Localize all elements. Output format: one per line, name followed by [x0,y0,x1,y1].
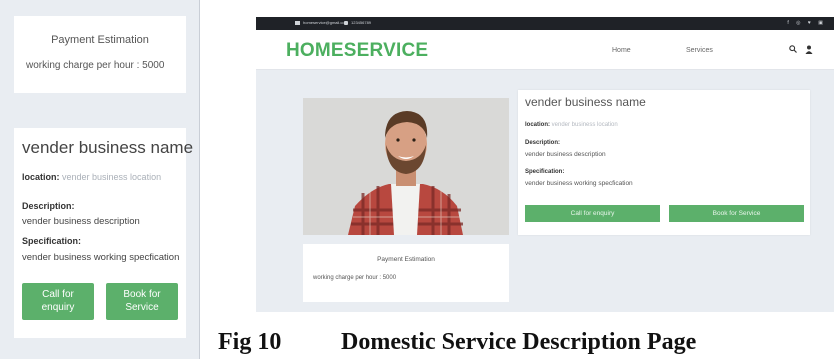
payment-rate: working charge per hour : 5000 [313,275,397,281]
call-for-enquiry-button[interactable]: Call for enquiry [22,283,94,320]
mobile-view: Payment Estimation working charge per ho… [0,0,200,359]
vendor-photo [303,98,509,235]
location-value: vender business location [551,122,618,128]
vendor-name: vender business name [22,138,194,157]
mail-icon [295,21,300,25]
top-contact-bar: homeservice@gmail.com 123456789 f ◎ ♥ ▣ [256,17,834,30]
figure-title: Domestic Service Description Page [341,329,697,355]
vendor-location: location: vender business location [525,122,618,128]
payment-title: Payment Estimation [377,256,435,263]
book-for-service-button[interactable]: Book for Service [106,283,178,320]
vendor-specification: vender business working specfication [22,252,180,263]
book-for-service-button[interactable]: Book for Service [669,205,804,222]
vendor-info-card: vender business name location: vender bu… [14,128,193,338]
figure-caption: Fig 10 Domestic Service Description Page [218,329,696,356]
nav-services[interactable]: Services [686,47,713,54]
desktop-view: homeservice@gmail.com 123456789 f ◎ ♥ ▣ … [256,17,834,312]
location-label: location: [22,172,60,182]
user-icon[interactable] [805,45,813,54]
location-value: vender business location [62,172,162,182]
vendor-description: vender business description [22,216,140,227]
figure-number: Fig 10 [218,329,282,355]
specification-label: Specification: [22,236,82,246]
phone-icon [344,21,348,25]
social-icons[interactable]: f ◎ ♥ ▣ [787,20,826,26]
payment-rate: working charge per hour : 5000 [26,60,165,71]
description-label: Description: [525,140,561,146]
payment-title: Payment Estimation [51,34,149,46]
vendor-location: location: vender business location [22,172,161,182]
brand-logo[interactable]: HOMESERVICE [286,40,428,62]
location-label: location: [525,122,550,128]
payment-estimation-card: Payment Estimation working charge per ho… [303,244,509,302]
navbar: HOMESERVICE Home Services [256,30,834,70]
contact-email: homeservice@gmail.com [303,20,348,25]
search-icon[interactable] [789,45,797,53]
nav-home[interactable]: Home [612,47,631,54]
vendor-name: vender business name [525,95,646,109]
specification-label: Specification: [525,169,565,175]
vendor-description: vender business description [525,151,606,158]
contact-phone: 123456789 [351,20,372,25]
call-for-enquiry-button[interactable]: Call for enquiry [525,205,660,222]
vendor-specification: vender business working specfication [525,180,633,187]
payment-estimation-card: Payment Estimation working charge per ho… [14,16,186,93]
description-label: Description: [22,201,75,211]
vendor-info-card: vender business name location: vender bu… [518,90,810,235]
